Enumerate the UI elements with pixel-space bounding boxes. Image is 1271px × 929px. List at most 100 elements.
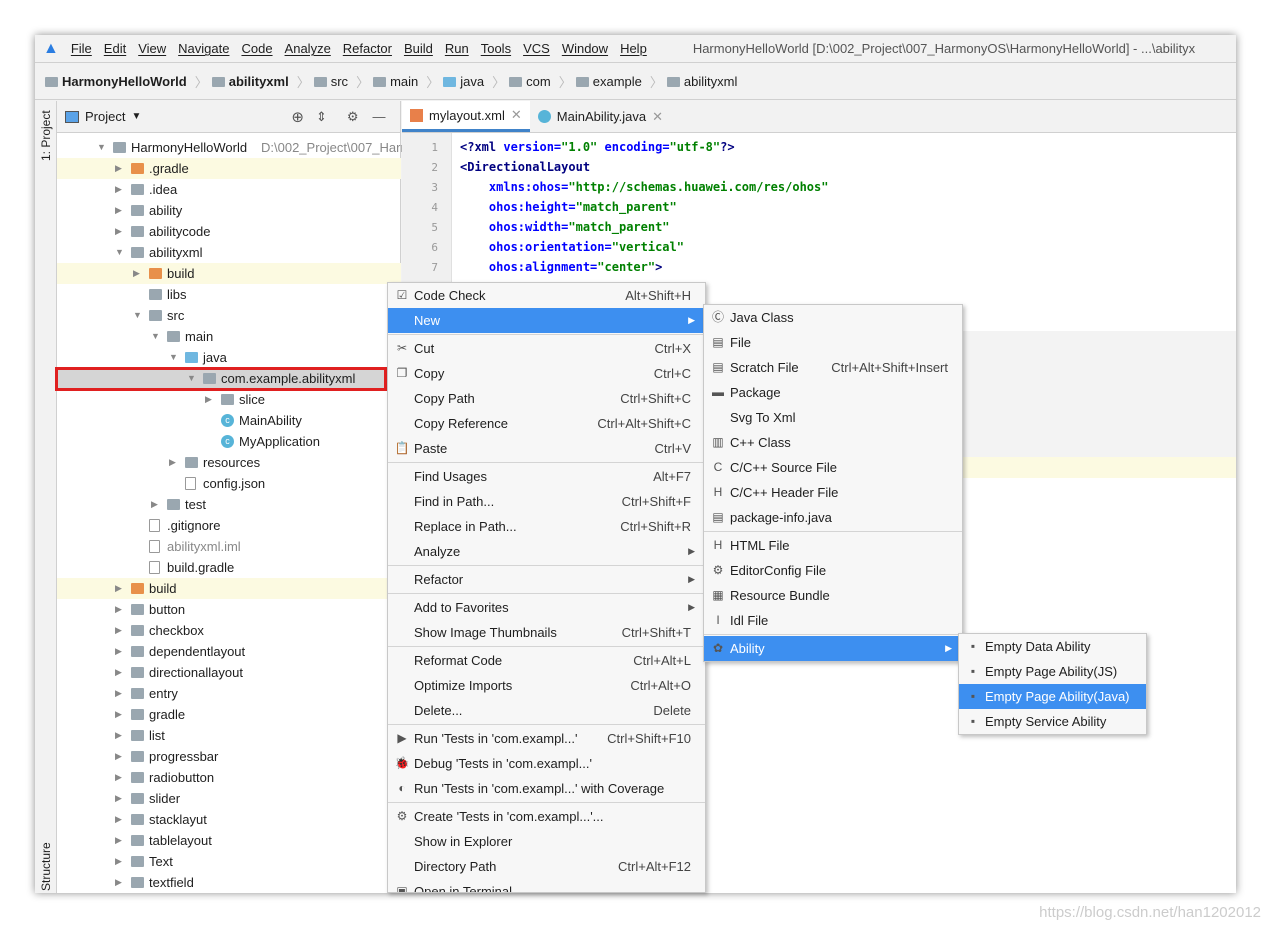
menu-item-open-in-terminal[interactable]: ▣ Open in Terminal xyxy=(388,879,705,892)
menu-item-c-c-source-file[interactable]: C C/C++ Source File xyxy=(704,455,962,480)
menu-item-editorconfig-file[interactable]: ⚙ EditorConfig File xyxy=(704,558,962,583)
menu-item-replace-in-path[interactable]: Replace in Path... Ctrl+Shift+R xyxy=(388,514,705,539)
chevron-right-icon[interactable]: ▶ xyxy=(115,788,122,809)
tree-item[interactable]: ▼ main xyxy=(57,326,401,347)
tree-item[interactable]: ▶ directionallayout xyxy=(57,662,401,683)
menu-view[interactable]: View xyxy=(138,41,166,56)
breadcrumb-item[interactable]: java xyxy=(443,74,484,89)
chevron-right-icon[interactable]: ▶ xyxy=(115,830,122,851)
chevron-down-icon[interactable]: ▼ xyxy=(151,326,160,347)
menu-item-c-class[interactable]: ▥ C++ Class xyxy=(704,430,962,455)
menu-item-paste[interactable]: 📋 Paste Ctrl+V xyxy=(388,436,705,461)
tree-item[interactable]: ▼ HarmonyHelloWorld D:\002_Project\007_Har… xyxy=(57,137,442,158)
menu-item-copy-reference[interactable]: Copy Reference Ctrl+Alt+Shift+C xyxy=(388,411,705,436)
tree-item[interactable]: ▶ tablelayout xyxy=(57,830,401,851)
breadcrumb-item[interactable]: src xyxy=(313,74,348,89)
chevron-right-icon[interactable]: ▶ xyxy=(115,221,122,242)
chevron-right-icon[interactable]: ▶ xyxy=(115,704,122,725)
menu-item-file[interactable]: ▤ File xyxy=(704,330,962,355)
tree-item[interactable]: ▶ checkbox xyxy=(57,620,401,641)
tree-item[interactable]: ▶ slider xyxy=(57,788,401,809)
chevron-right-icon[interactable]: ▶ xyxy=(205,389,212,410)
menu-item-create-tests-in-com-exampl[interactable]: ⚙ Create 'Tests in 'com.exampl...'... xyxy=(388,804,705,829)
menu-item-copy[interactable]: ❐ Copy Ctrl+C xyxy=(388,361,705,386)
menu-code[interactable]: Code xyxy=(241,41,272,56)
tree-item[interactable]: ▶ gradle xyxy=(57,704,401,725)
menu-item-ability[interactable]: ✿ Ability ▶ xyxy=(704,636,962,661)
menu-file[interactable]: File xyxy=(71,41,92,56)
menu-item-code-check[interactable]: ☑ Code Check Alt+Shift+H xyxy=(388,283,705,308)
chevron-right-icon[interactable]: ▶ xyxy=(115,872,122,893)
collapse-all-icon[interactable]: ⇕ xyxy=(316,109,327,125)
tree-item[interactable]: ▼ abilityxml xyxy=(57,242,401,263)
menu-item-html-file[interactable]: H HTML File xyxy=(704,533,962,558)
structure-tool-button[interactable]: Structure xyxy=(39,842,53,891)
chevron-right-icon[interactable]: ▶ xyxy=(115,179,122,200)
tree-item[interactable]: ▶ radiobutton xyxy=(57,767,401,788)
chevron-down-icon[interactable]: ▼ xyxy=(131,111,141,122)
menu-item-package-info-java[interactable]: ▤ package-info.java xyxy=(704,505,962,530)
tree-item[interactable]: .gitignore xyxy=(57,515,401,536)
close-icon[interactable]: ✕ xyxy=(511,107,522,123)
chevron-right-icon[interactable]: ▶ xyxy=(115,200,122,221)
tree-item[interactable]: build.gradle xyxy=(57,557,401,578)
tree-item[interactable]: ▶ button xyxy=(57,599,401,620)
tree-item[interactable]: ▶ list xyxy=(57,725,401,746)
tab-mylayout-xml[interactable]: mylayout.xml ✕ xyxy=(402,101,530,132)
locate-icon[interactable]: ⊕ xyxy=(291,108,304,126)
menu-item-empty-page-ability-java[interactable]: ▪ Empty Page Ability(Java) xyxy=(959,684,1146,709)
menu-item-run-tests-in-com-exampl-with-coverage[interactable]: ◐ Run 'Tests in 'com.exampl...' with Cove… xyxy=(388,776,705,801)
tree-item[interactable]: ▶ slice xyxy=(57,389,401,410)
tree-item[interactable]: ▶ .idea xyxy=(57,179,401,200)
tree-item[interactable]: ▶ abilitycode xyxy=(57,221,401,242)
menu-build[interactable]: Build xyxy=(404,41,433,56)
tree-item[interactable]: ▶ build xyxy=(57,578,401,599)
menu-item-find-usages[interactable]: Find Usages Alt+F7 xyxy=(388,464,705,489)
menu-navigate[interactable]: Navigate xyxy=(178,41,229,56)
chevron-right-icon[interactable]: ▶ xyxy=(115,662,122,683)
breadcrumb-item[interactable]: example xyxy=(575,74,642,89)
menu-item-svg-to-xml[interactable]: Svg To Xml xyxy=(704,405,962,430)
breadcrumb-item[interactable]: abilityxml xyxy=(211,74,289,89)
chevron-right-icon[interactable]: ▶ xyxy=(169,452,176,473)
tree-item[interactable]: config.json xyxy=(57,473,401,494)
tree-item[interactable]: ▶ entry xyxy=(57,683,401,704)
menu-tools[interactable]: Tools xyxy=(481,41,511,56)
menu-item-optimize-imports[interactable]: Optimize Imports Ctrl+Alt+O xyxy=(388,673,705,698)
menu-item-empty-data-ability[interactable]: ▪ Empty Data Ability xyxy=(959,634,1146,659)
tree-item[interactable]: ▶ Text xyxy=(57,851,401,872)
chevron-right-icon[interactable]: ▶ xyxy=(115,641,122,662)
tree-item[interactable]: ▶ textfield xyxy=(57,872,401,893)
tree-item[interactable]: ▶ build xyxy=(57,263,401,284)
menu-item-delete[interactable]: Delete... Delete xyxy=(388,698,705,723)
tab-mainability-java[interactable]: MainAbility.java ✕ xyxy=(530,101,671,132)
menu-item-debug-tests-in-com-exampl[interactable]: 🐞 Debug 'Tests in 'com.exampl...' xyxy=(388,751,705,776)
menu-item-copy-path[interactable]: Copy Path Ctrl+Shift+C xyxy=(388,386,705,411)
chevron-right-icon[interactable]: ▶ xyxy=(151,494,158,515)
menu-analyze[interactable]: Analyze xyxy=(285,41,331,56)
chevron-right-icon[interactable]: ▶ xyxy=(133,263,140,284)
menu-item-empty-page-ability-js[interactable]: ▪ Empty Page Ability(JS) xyxy=(959,659,1146,684)
tree-item[interactable]: ▶ resources xyxy=(57,452,401,473)
tree-item[interactable]: ▶ test xyxy=(57,494,401,515)
menu-item-package[interactable]: ▬ Package xyxy=(704,380,962,405)
chevron-down-icon[interactable]: ▼ xyxy=(97,137,106,158)
chevron-down-icon[interactable]: ▼ xyxy=(133,305,142,326)
chevron-right-icon[interactable]: ▶ xyxy=(115,599,122,620)
chevron-right-icon[interactable]: ▶ xyxy=(115,683,122,704)
tree-item[interactable]: ▶ progressbar xyxy=(57,746,401,767)
menu-item-find-in-path[interactable]: Find in Path... Ctrl+Shift+F xyxy=(388,489,705,514)
menu-item-show-in-explorer[interactable]: Show in Explorer xyxy=(388,829,705,854)
menu-item-java-class[interactable]: Ⓒ Java Class xyxy=(704,305,962,330)
menu-item-scratch-file[interactable]: ▤ Scratch File Ctrl+Alt+Shift+Insert xyxy=(704,355,962,380)
menu-item-c-c-header-file[interactable]: H C/C++ Header File xyxy=(704,480,962,505)
tree-item[interactable]: ▼ src xyxy=(57,305,401,326)
breadcrumb-item[interactable]: abilityxml xyxy=(666,74,737,89)
menu-item-empty-service-ability[interactable]: ▪ Empty Service Ability xyxy=(959,709,1146,734)
menu-item-reformat-code[interactable]: Reformat Code Ctrl+Alt+L xyxy=(388,648,705,673)
tree-item[interactable]: ▶ .gradle xyxy=(57,158,401,179)
menu-item-new[interactable]: New ▶ xyxy=(388,308,705,333)
breadcrumb-item[interactable]: main xyxy=(373,74,418,89)
menu-vcs[interactable]: VCS xyxy=(523,41,550,56)
menu-item-resource-bundle[interactable]: ▦ Resource Bundle xyxy=(704,583,962,608)
